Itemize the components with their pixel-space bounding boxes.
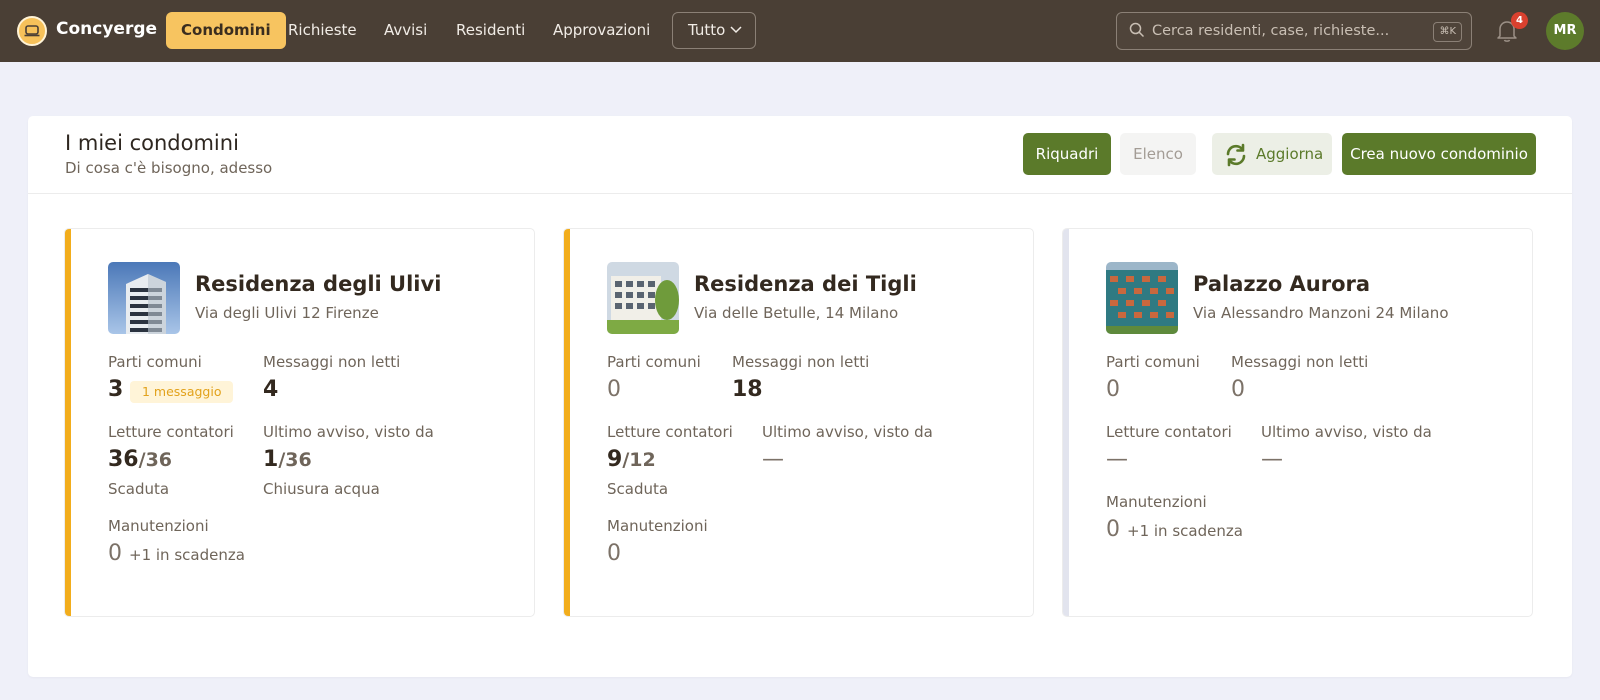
status-stripe <box>1063 229 1069 616</box>
refresh-button[interactable]: Aggiorna <box>1212 133 1332 175</box>
common-areas-value: 0 <box>1106 377 1120 402</box>
meter-readings-value: — <box>1106 447 1128 472</box>
meter-readings-label: Letture contatori <box>1106 423 1232 441</box>
grid-view-button[interactable]: Riquadri <box>1023 133 1111 175</box>
panel-header: I miei condomini Di cosa c'è bisogno, ad… <box>28 116 1572 194</box>
building-name[interactable]: Palazzo Aurora <box>1193 272 1370 296</box>
nav-avvisi[interactable]: Avvisi <box>384 12 427 49</box>
meter-readings-status: Scaduta <box>607 480 669 498</box>
maintenance-label: Manutenzioni <box>108 517 209 535</box>
building-photo <box>1106 262 1178 334</box>
building-image-icon <box>1106 262 1178 334</box>
maintenance-value: 0 +1 in scadenza <box>108 541 245 566</box>
building-photo <box>607 262 679 334</box>
unread-messages-label: Messaggi non letti <box>732 353 870 371</box>
chevron-down-icon <box>730 26 742 34</box>
search-icon <box>1129 22 1145 38</box>
nav-richieste[interactable]: Richieste <box>288 12 357 49</box>
list-view-button[interactable]: Elenco <box>1120 133 1196 175</box>
filter-select-value: Tutto <box>688 21 726 39</box>
nav-residenti[interactable]: Residenti <box>456 12 525 49</box>
search-input[interactable] <box>1152 13 1432 49</box>
last-notice-value: — <box>762 447 784 472</box>
maintenance-label: Manutenzioni <box>1106 493 1207 511</box>
common-areas-label: Parti comuni <box>108 353 202 371</box>
meter-readings-value: 36/36 <box>108 447 172 472</box>
meter-readings-total: /12 <box>622 449 656 471</box>
meter-readings-label: Letture contatori <box>108 423 234 441</box>
last-notice-title: Chiusura acqua <box>263 480 380 498</box>
building-card[interactable]: Residenza degli Ulivi Via degli Ulivi 12… <box>64 228 535 617</box>
unread-messages-value: 4 <box>263 377 279 402</box>
top-bar: Concyerge Condomini Richieste Avvisi Res… <box>0 0 1600 62</box>
common-areas-label: Parti comuni <box>1106 353 1200 371</box>
status-stripe <box>65 229 71 616</box>
building-photo <box>108 262 180 334</box>
common-areas-value: 0 <box>607 377 621 402</box>
building-address: Via degli Ulivi 12 Firenze <box>195 304 379 322</box>
last-notice-label: Ultimo avviso, visto da <box>263 423 434 441</box>
search-box[interactable]: ⌘K <box>1116 12 1472 50</box>
app-brand[interactable]: Concyerge <box>56 19 157 39</box>
common-areas-pill[interactable]: 1 messaggio <box>130 381 234 403</box>
search-shortcut: ⌘K <box>1433 22 1462 42</box>
unread-messages-value: 18 <box>732 377 763 402</box>
last-notice-label: Ultimo avviso, visto da <box>762 423 933 441</box>
building-name[interactable]: Residenza degli Ulivi <box>195 272 441 296</box>
meter-readings-count: 36 <box>108 447 139 472</box>
maintenance-label: Manutenzioni <box>607 517 708 535</box>
unread-messages-label: Messaggi non letti <box>1231 353 1369 371</box>
common-areas-value: 3 <box>108 377 124 402</box>
building-image-icon <box>108 262 180 334</box>
nav-condomini[interactable]: Condomini <box>166 12 286 49</box>
maintenance-due: +1 in scadenza <box>129 546 245 564</box>
building-address: Via Alessandro Manzoni 24 Milano <box>1193 304 1449 322</box>
last-notice-label: Ultimo avviso, visto da <box>1261 423 1432 441</box>
unread-messages-value: 0 <box>1231 377 1245 402</box>
meter-readings-value: 9/12 <box>607 447 656 472</box>
notification-badge: 4 <box>1511 12 1528 29</box>
refresh-button-label: Aggiorna <box>1256 145 1324 163</box>
last-notice-value: — <box>1261 447 1283 472</box>
building-name[interactable]: Residenza dei Tigli <box>694 272 917 296</box>
building-card[interactable]: Palazzo Aurora Via Alessandro Manzoni 24… <box>1062 228 1533 617</box>
maintenance-due: +1 in scadenza <box>1127 522 1243 540</box>
last-notice-total: /36 <box>278 449 312 471</box>
nav-approvazioni[interactable]: Approvazioni <box>553 12 650 49</box>
meter-readings-total: /36 <box>138 449 173 471</box>
building-image-icon <box>607 262 679 334</box>
maintenance-count: 0 <box>108 541 122 566</box>
maintenance-value: 0 +1 in scadenza <box>1106 517 1243 542</box>
common-areas-label: Parti comuni <box>607 353 701 371</box>
last-notice-count: 1 <box>263 447 279 472</box>
meter-readings-count: 9 <box>607 447 623 472</box>
maintenance-value: 0 <box>607 541 621 566</box>
user-avatar[interactable]: MR <box>1546 12 1584 50</box>
unread-messages-label: Messaggi non letti <box>263 353 401 371</box>
refresh-icon <box>1226 143 1246 167</box>
building-address: Via delle Betulle, 14 Milano <box>694 304 899 322</box>
create-condominio-button[interactable]: Crea nuovo condominio <box>1342 133 1536 175</box>
meter-readings-status: Scaduta <box>108 480 170 498</box>
app-logo[interactable] <box>17 16 47 46</box>
maintenance-count: 0 <box>1106 517 1120 542</box>
page-title: I miei condomini <box>65 131 239 155</box>
filter-select[interactable]: Tutto <box>672 12 756 49</box>
meter-readings-label: Letture contatori <box>607 423 733 441</box>
status-stripe <box>564 229 570 616</box>
last-notice-value: 1/36 <box>263 447 312 472</box>
page-subtitle: Di cosa c'è bisogno, adesso <box>65 159 273 177</box>
concierge-hat-icon <box>24 25 40 37</box>
building-card[interactable]: Residenza dei Tigli Via delle Betulle, 1… <box>563 228 1034 617</box>
